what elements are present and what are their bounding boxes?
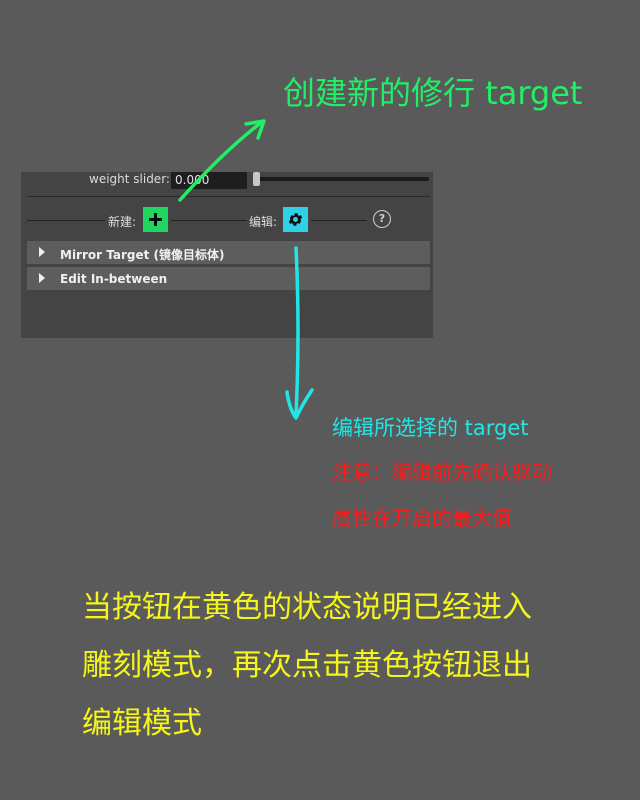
yellow-note-line-1: 当按钮在黄色的状态说明已经进入 bbox=[82, 590, 532, 625]
note-line-2: 属性在开启的最大值 bbox=[332, 506, 512, 530]
yellow-note-line-2: 雕刻模式，再次点击黄色按钮退出 bbox=[82, 648, 532, 683]
cyan-arrow bbox=[285, 246, 314, 420]
create-target-title: 创建新的修行 target bbox=[283, 74, 583, 112]
edit-description: 编辑所选择的 target bbox=[332, 416, 529, 440]
green-arrow bbox=[178, 119, 266, 202]
note-line-1: 注意：编辑前先确认驱动 bbox=[332, 460, 552, 484]
yellow-note-line-3: 编辑模式 bbox=[82, 706, 202, 741]
